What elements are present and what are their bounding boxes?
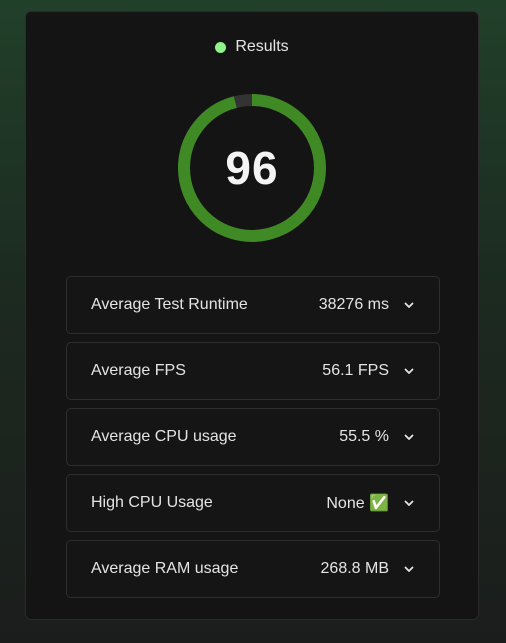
metric-label: Average Test Runtime — [91, 296, 248, 313]
results-title: Results — [235, 38, 289, 55]
metric-row-average-ram-usage[interactable]: Average RAM usage 268.8 MB — [66, 540, 440, 598]
metric-value: 55.5 % — [339, 428, 389, 445]
metric-row-high-cpu-usage[interactable]: High CPU Usage None ✅ — [66, 474, 440, 532]
results-header: Results — [26, 38, 478, 56]
metric-label: Average FPS — [91, 362, 186, 379]
chevron-down-icon[interactable] — [403, 497, 415, 509]
metric-label: Average CPU usage — [91, 428, 237, 445]
score-gauge: 96 — [176, 92, 328, 244]
metric-label: Average RAM usage — [91, 560, 239, 577]
metric-value: 38276 ms — [318, 296, 389, 313]
metric-row-average-test-runtime[interactable]: Average Test Runtime 38276 ms — [66, 276, 440, 334]
score-value: 96 — [225, 142, 279, 194]
chevron-down-icon[interactable] — [403, 431, 415, 443]
chevron-down-icon[interactable] — [403, 365, 415, 377]
chevron-down-icon[interactable] — [403, 299, 415, 311]
metrics-list: Average Test Runtime 38276 ms Average FP… — [66, 276, 440, 606]
status-dot-icon — [215, 41, 227, 53]
metric-value: 268.8 MB — [320, 560, 389, 577]
metric-label: High CPU Usage — [91, 494, 213, 511]
metric-row-average-cpu-usage[interactable]: Average CPU usage 55.5 % — [66, 408, 440, 466]
metric-value: 56.1 FPS — [322, 362, 389, 379]
results-card: Results 96 Average Test Runtime 38276 ms… — [25, 11, 479, 620]
chevron-down-icon[interactable] — [403, 563, 415, 575]
metric-row-average-fps[interactable]: Average FPS 56.1 FPS — [66, 342, 440, 400]
metric-value: None ✅ — [326, 495, 389, 512]
